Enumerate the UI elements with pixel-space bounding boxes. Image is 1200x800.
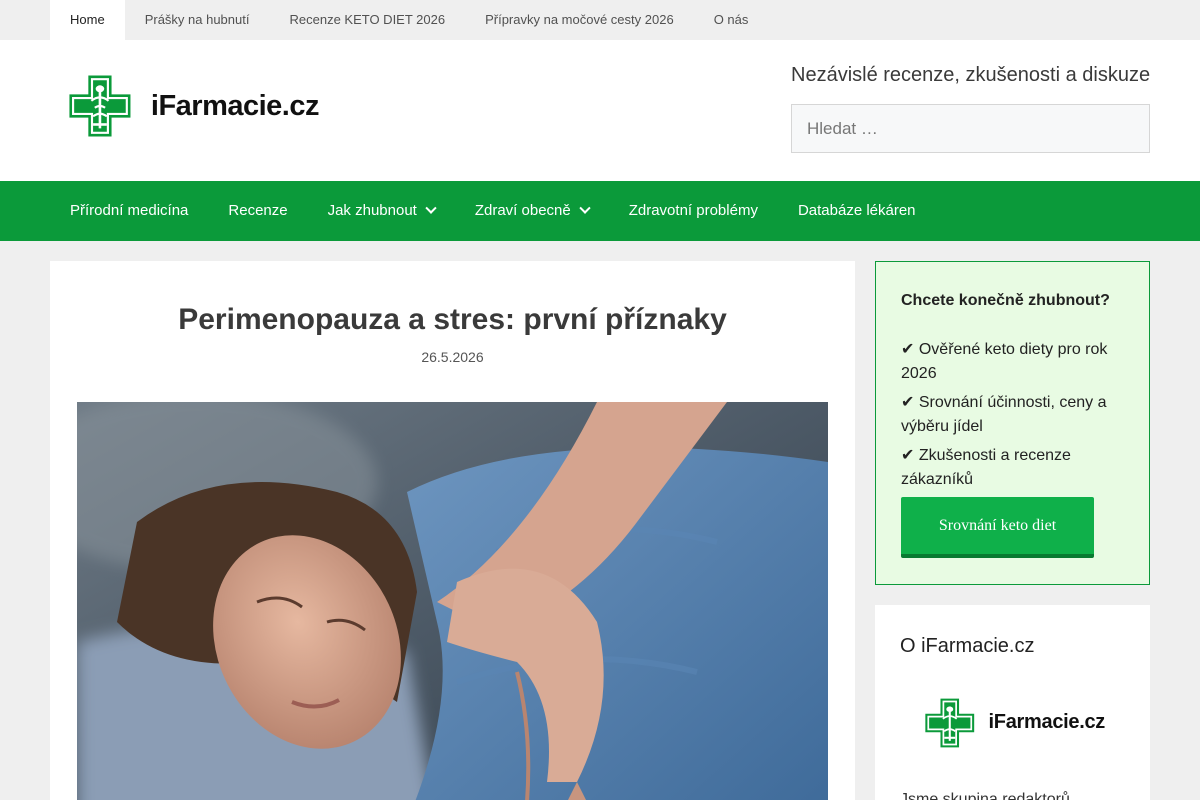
nav-item-label: Přírodní medicína (70, 202, 189, 219)
promo-point: ✔ Zkušenosti a recenze zákazníků (901, 447, 1071, 488)
nav-item-label: Recenze (228, 202, 288, 219)
chevron-down-icon[interactable] (579, 202, 591, 214)
nav-item-jak-zhubnout[interactable]: Jak zhubnout (308, 181, 455, 241)
pharmacy-cross-icon (69, 75, 131, 137)
site-logo[interactable]: iFarmacie.cz (69, 70, 320, 142)
promo-point: ✔ Ověřené keto diety pro rok 2026 (901, 341, 1108, 382)
search-input[interactable] (791, 104, 1150, 153)
compare-keto-button[interactable]: Srovnání keto diet (901, 497, 1094, 558)
promo-point: ✔ Srovnání účinnosti, ceny a výběru jíde… (901, 394, 1107, 435)
nav-item-prirodni-medicina[interactable]: Přírodní medicína (50, 181, 208, 241)
nav-item-recenze[interactable]: Recenze (208, 181, 307, 241)
chevron-down-icon[interactable] (425, 202, 437, 214)
nav-item-zdravotni-problemy[interactable]: Zdravotní problémy (609, 181, 778, 241)
about-logo: iFarmacie.cz (925, 695, 1105, 750)
about-heading: O iFarmacie.cz (900, 635, 1035, 657)
nav-item-label: Zdravotní problémy (628, 202, 758, 219)
top-nav-pripravky[interactable]: Přípravky na močové cesty 2026 (465, 0, 694, 40)
top-nav-recenze-keto[interactable]: Recenze KETO DIET 2026 (269, 0, 465, 40)
nav-item-databaze-lekaren[interactable]: Databáze lékáren (778, 181, 936, 241)
pharmacy-cross-icon (925, 698, 975, 747)
logo-text: iFarmacie.cz (150, 89, 320, 122)
article-date: 26.5.2026 (421, 349, 484, 365)
site-header: iFarmacie.cz Nezávislé recenze, zkušenos… (0, 40, 1200, 181)
top-nav-o-nas[interactable]: O nás (694, 0, 769, 40)
nav-item-label: Databáze lékáren (797, 202, 916, 219)
about-text: Jsme skupina redaktorů (900, 791, 1070, 800)
top-nav-prasky[interactable]: Prášky na hubnutí (125, 0, 270, 40)
nav-item-label: Jak zhubnout (327, 202, 417, 219)
article-hero-image (77, 402, 828, 800)
promo-heading: Chcete konečně zhubnout? (901, 292, 1110, 309)
top-nav-home[interactable]: Home (50, 0, 125, 40)
article-title: Perimenopauza a stres: první příznaky (178, 303, 727, 336)
article-card: Perimenopauza a stres: první příznaky 26… (50, 261, 855, 800)
about-logo-text: iFarmacie.cz (988, 711, 1106, 733)
site-tagline: Nezávislé recenze, zkušenosti a diskuze (791, 64, 1151, 86)
main-navigation: Přírodní medicína Recenze Jak zhubnout Z… (0, 181, 1200, 241)
nav-item-label: Zdraví obecně (474, 202, 571, 219)
promo-widget: Chcete konečně zhubnout? ✔ Ověřené keto … (875, 261, 1150, 585)
top-navigation: Home Prášky na hubnutí Recenze KETO DIET… (0, 0, 1200, 40)
about-widget: O iFarmacie.cz iFarmacie.cz Jsme skupina… (875, 605, 1150, 800)
nav-item-zdravi-obecne[interactable]: Zdraví obecně (455, 181, 609, 241)
